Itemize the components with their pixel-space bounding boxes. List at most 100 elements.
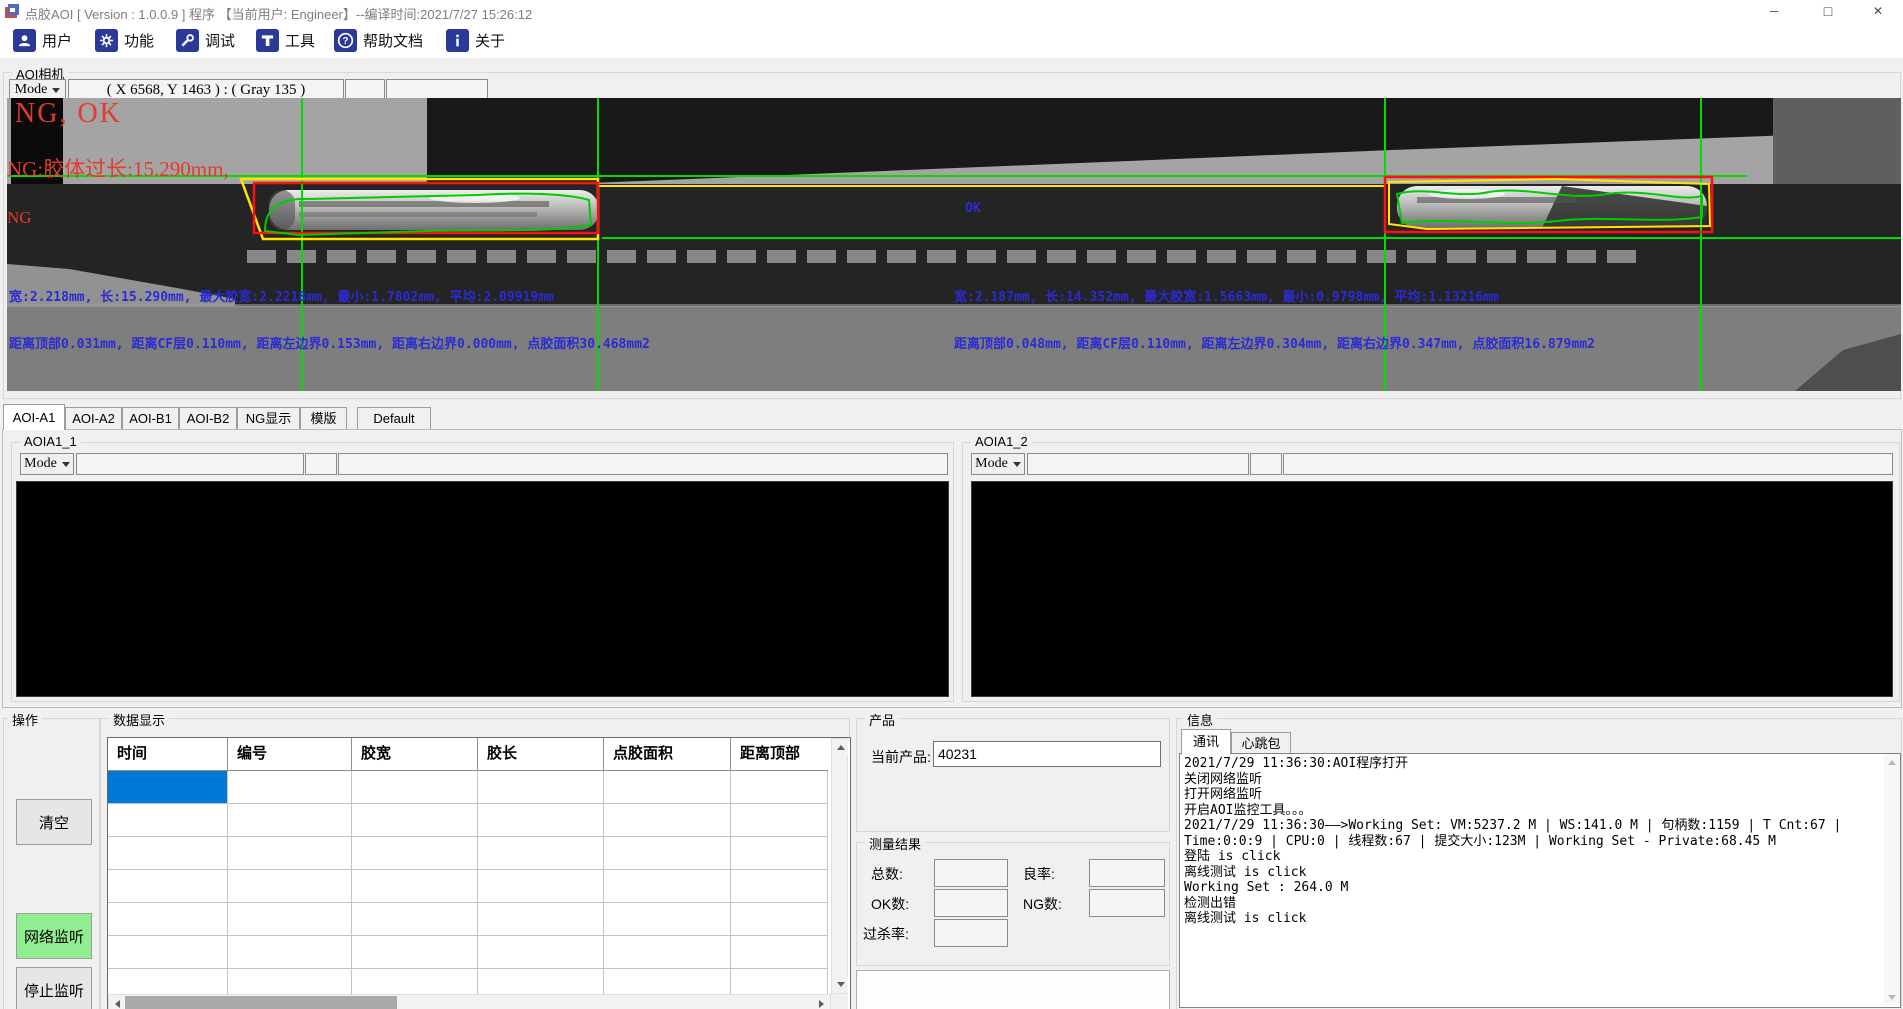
tab-template[interactable]: 模版 [300, 407, 347, 430]
right-stats-line2: 距离顶部0.048mm, 距离CF层0.110mm, 距离左边界0.304mm,… [954, 333, 1595, 352]
table-horizontal-scrollbar[interactable] [108, 994, 831, 1009]
panel1-box-3[interactable] [338, 453, 948, 475]
table-row[interactable] [108, 969, 831, 994]
log-vertical-scrollbar[interactable] [1884, 754, 1900, 1005]
clear-button[interactable]: 清空 [16, 799, 92, 845]
chevron-down-icon [1013, 462, 1021, 467]
table-row[interactable] [108, 870, 831, 903]
ng-flag-text: NG [7, 208, 32, 228]
panel2-box-2[interactable] [1250, 453, 1282, 475]
total-count-field[interactable] [934, 859, 1008, 887]
column-header-glue-width[interactable]: 胶宽 [352, 738, 478, 771]
tab-aoi-b2[interactable]: AOI-B2 [179, 407, 237, 430]
panel-aoia1-1: AOIA1_1 Mode [11, 442, 954, 702]
panel2-box-3[interactable] [1283, 453, 1893, 475]
log-line: 2021/7/29 11:36:30:AOI程序打开 [1184, 756, 1880, 772]
result-status-text: NG, OK [15, 98, 122, 130]
operations-group: 操作 清空 网络监听 停止监听 [3, 718, 100, 1009]
current-product-input[interactable] [933, 741, 1161, 767]
table-vertical-scrollbar[interactable] [831, 738, 848, 994]
chevron-down-icon [52, 88, 60, 93]
product-group: 产品 当前产品: [856, 718, 1170, 832]
toolbar-debug-button[interactable]: 调试 [173, 27, 238, 54]
log-line: 开启AOI监控工具。。。 [1184, 803, 1880, 819]
table-row[interactable] [108, 837, 831, 870]
network-listen-button[interactable]: 网络监听 [16, 913, 92, 959]
ng-count-field[interactable] [1089, 889, 1165, 917]
scroll-up-icon[interactable] [1885, 755, 1899, 769]
scroll-down-icon[interactable] [833, 977, 848, 992]
maximize-button[interactable]: □ [1805, 0, 1851, 23]
camera-viewport[interactable]: NG, OK NG:胶体过长:15.290mm, NG OK 宽:2.218mm… [7, 98, 1901, 391]
tab-default[interactable]: Default [357, 407, 431, 430]
total-count-label: 总数: [871, 864, 903, 884]
toolbar-about-button[interactable]: 关于 [443, 27, 508, 54]
tab-aoi-b1[interactable]: AOI-B1 [122, 407, 179, 430]
scroll-left-icon[interactable] [110, 996, 125, 1009]
scrollbar-thumb[interactable] [125, 996, 397, 1009]
operations-group-label: 操作 [8, 710, 42, 729]
table-row[interactable] [108, 771, 831, 804]
panel2-mode-dropdown[interactable]: Mode [971, 453, 1025, 475]
product-note-panel [856, 970, 1170, 1009]
close-button[interactable]: ✕ [1855, 0, 1901, 23]
tab-heartbeat[interactable]: 心跳包 [1231, 732, 1291, 755]
current-product-label: 当前产品: [871, 747, 931, 767]
table-header-row: 时间 编号 胶宽 胶长 点胶面积 距离顶部 [108, 738, 831, 771]
toolbar-user-button[interactable]: 用户 [10, 27, 75, 54]
gear-icon [95, 29, 118, 52]
measure-result-group: 测量结果 总数: 良率: OK数: NG数: 过杀率: [856, 842, 1170, 966]
left-stats-line1: 宽:2.218mm, 长:15.290mm, 最大胶宽:2.2218mm, 最小… [9, 286, 554, 305]
panel1-box-1[interactable] [76, 453, 304, 475]
table-row[interactable] [108, 804, 831, 837]
column-header-distance-top[interactable]: 距离顶部 [731, 738, 828, 771]
scroll-right-icon[interactable] [814, 996, 829, 1009]
tab-aoi-a1[interactable]: AOI-A1 [3, 404, 65, 430]
ok-count-field[interactable] [934, 889, 1008, 917]
log-line: Working Set : 264.0 M [1184, 880, 1880, 896]
stop-listen-button[interactable]: 停止监听 [16, 967, 92, 1009]
scroll-up-icon[interactable] [833, 740, 848, 755]
main-toolbar: 用户 功能 调试 工具 ? 帮助文档 [0, 23, 1903, 59]
tab-communication[interactable]: 通讯 [1181, 729, 1231, 755]
selected-cell[interactable] [108, 771, 228, 804]
panel1-mode-dropdown[interactable]: Mode [20, 453, 74, 475]
toolbar-tools-button[interactable]: 工具 [253, 27, 318, 54]
panel2-image-area[interactable] [971, 481, 1893, 697]
title-bar: 点胶AOI [ Version : 1.0.0.9 ] 程序 【当前用户: En… [0, 0, 1903, 23]
overkill-rate-field[interactable] [934, 919, 1008, 947]
app-window: 点胶AOI [ Version : 1.0.0.9 ] 程序 【当前用户: En… [0, 0, 1903, 1009]
left-stats-line2: 距离顶部0.031mm, 距离CF层0.110mm, 距离左边界0.153mm,… [9, 333, 650, 352]
panel2-box-1[interactable] [1027, 453, 1249, 475]
toolbar-function-label: 功能 [124, 30, 154, 51]
log-line: 打开网络监听 [1184, 787, 1880, 803]
ok-count-label: OK数: [871, 894, 909, 914]
column-header-glue-area[interactable]: 点胶面积 [604, 738, 731, 771]
tab-page-aoi-a1: AOIA1_1 Mode AOIA1_2 Mode [2, 429, 1902, 708]
panel1-image-area[interactable] [16, 481, 949, 697]
svg-text:?: ? [342, 36, 348, 47]
panel1-mode-label: Mode [24, 456, 57, 472]
table-row[interactable] [108, 903, 831, 936]
wrench-icon [176, 29, 199, 52]
toolbar-help-button[interactable]: ? 帮助文档 [331, 27, 426, 54]
tab-aoi-a2[interactable]: AOI-A2 [65, 407, 122, 430]
panel1-box-2[interactable] [305, 453, 337, 475]
camera-group: AOI相机 Mode ( X 6568, Y 1463 ) : ( Gray 1… [3, 72, 1901, 399]
table-row[interactable] [108, 936, 831, 969]
column-header-glue-length[interactable]: 胶长 [478, 738, 604, 771]
right-stats-line1: 宽:2.187mm, 长:14.352mm, 最大胶宽:1.5663mm, 最小… [954, 286, 1499, 305]
column-header-time[interactable]: 时间 [108, 738, 228, 771]
communication-log[interactable]: 2021/7/29 11:36:30:AOI程序打开 关闭网络监听 打开网络监听… [1179, 753, 1901, 1008]
data-display-group: 数据显示 时间 编号 胶宽 胶长 点胶面积 距离顶部 [100, 718, 850, 1009]
column-header-id[interactable]: 编号 [228, 738, 352, 771]
product-group-label: 产品 [865, 710, 899, 729]
ok-flag-text: OK [965, 201, 981, 216]
scrollbar-corner [831, 994, 848, 1009]
log-text: 2021/7/29 11:36:30:AOI程序打开 关闭网络监听 打开网络监听… [1184, 756, 1880, 927]
tab-ng-display[interactable]: NG显示 [237, 407, 300, 430]
minimize-button[interactable]: ─ [1751, 0, 1797, 23]
toolbar-function-button[interactable]: 功能 [92, 27, 157, 54]
yield-rate-field[interactable] [1089, 859, 1165, 887]
scroll-down-icon[interactable] [1885, 990, 1899, 1004]
